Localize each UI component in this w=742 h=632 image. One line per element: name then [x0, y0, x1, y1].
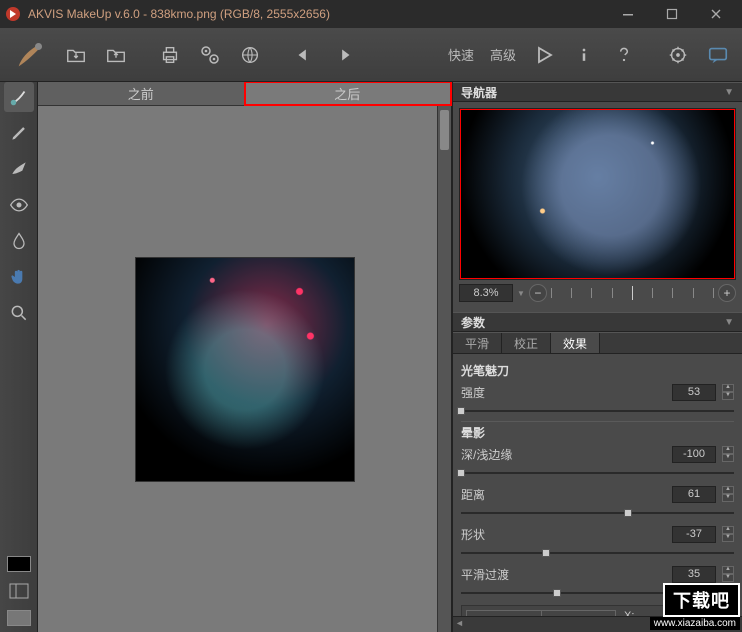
drop-tool-icon[interactable]: [4, 226, 34, 256]
app-logo-icon: [4, 5, 22, 23]
transition-spinner[interactable]: ▲▼: [722, 566, 734, 582]
title-bar: AKVIS MakeUp v.6.0 - 838kmo.png (RGB/8, …: [0, 0, 742, 28]
params-title: 参数: [461, 314, 485, 331]
group-glamour: 光笔魅刀: [461, 360, 734, 381]
transition-value[interactable]: 35: [672, 566, 716, 583]
hand-tool-icon[interactable]: [4, 262, 34, 292]
shape-slider[interactable]: [461, 547, 734, 559]
layout-toggle-icon[interactable]: [4, 576, 34, 606]
navigator-thumbnail[interactable]: [459, 108, 736, 280]
edge-value[interactable]: -100: [672, 446, 716, 463]
pencil-tool-icon[interactable]: [4, 118, 34, 148]
subtab-smooth[interactable]: 平滑: [453, 333, 502, 353]
distance-label: 距离: [461, 486, 541, 503]
close-button[interactable]: [694, 0, 738, 28]
center-xy-control: X: 0.41▲▼: [461, 605, 734, 616]
canvas-viewport[interactable]: [38, 106, 451, 632]
help-button[interactable]: [608, 37, 640, 73]
zoom-in-button[interactable]: +: [718, 284, 736, 302]
zoom-controls: 8.3% ▼ − +: [459, 280, 736, 306]
collapse-icon: ▼: [724, 317, 734, 328]
shape-label: 形状: [461, 526, 541, 543]
mode-advanced-button[interactable]: 高级: [486, 45, 520, 64]
distance-spinner[interactable]: ▲▼: [722, 486, 734, 502]
window-title: AKVIS MakeUp v.6.0 - 838kmo.png (RGB/8, …: [28, 7, 606, 21]
right-panel: 导航器 ▼ 8.3% ▼ − + 参数 ▼ 平滑 校正 效果: [452, 82, 742, 632]
params-subtabs: 平滑 校正 效果: [453, 332, 742, 354]
zoom-tool-icon[interactable]: [4, 298, 34, 328]
distance-slider[interactable]: [461, 507, 734, 519]
foreground-swatch[interactable]: [7, 556, 31, 572]
info-button[interactable]: [568, 37, 600, 73]
canvas-image: [135, 257, 355, 482]
strength-value[interactable]: 53: [672, 384, 716, 401]
tab-after[interactable]: 之后: [245, 82, 452, 105]
edge-slider[interactable]: [461, 467, 734, 479]
brush-stroke-tool-icon[interactable]: [4, 154, 34, 184]
eye-tool-icon[interactable]: [4, 190, 34, 220]
left-toolbox: [0, 82, 38, 632]
web-button[interactable]: [234, 37, 266, 73]
save-file-button[interactable]: [100, 37, 132, 73]
run-button[interactable]: [528, 37, 560, 73]
navigator-header[interactable]: 导航器 ▼: [453, 82, 742, 102]
zoom-slider[interactable]: [551, 285, 714, 301]
collapse-icon: ▼: [724, 87, 734, 98]
panel-horizontal-scrollbar[interactable]: [453, 616, 742, 632]
mode-quick-button[interactable]: 快速: [444, 45, 478, 64]
strength-label: 强度: [461, 384, 541, 401]
strength-slider[interactable]: [461, 405, 734, 417]
zoom-dropdown-icon[interactable]: ▼: [517, 289, 525, 298]
zoom-out-button[interactable]: −: [529, 284, 547, 302]
shape-spinner[interactable]: ▲▼: [722, 526, 734, 542]
edge-spinner[interactable]: ▲▼: [722, 446, 734, 462]
distance-value[interactable]: 61: [672, 486, 716, 503]
minimize-button[interactable]: [606, 0, 650, 28]
preferences-button[interactable]: [662, 37, 694, 73]
params-header[interactable]: 参数 ▼: [453, 312, 742, 332]
subtab-correct[interactable]: 校正: [502, 333, 551, 353]
subtab-effect[interactable]: 效果: [551, 333, 600, 353]
shape-value[interactable]: -37: [672, 526, 716, 543]
navigator-title: 导航器: [461, 84, 497, 101]
redo-button[interactable]: [328, 37, 360, 73]
open-file-button[interactable]: [60, 37, 92, 73]
settings-gears-button[interactable]: [194, 37, 226, 73]
print-button[interactable]: [154, 37, 186, 73]
brush-tool-icon[interactable]: [8, 33, 52, 77]
background-swatch[interactable]: [7, 610, 31, 626]
smudge-tool-icon[interactable]: [4, 82, 34, 112]
strength-spinner[interactable]: ▲▼: [722, 384, 734, 400]
params-body: 光笔魅刀 强度 53 ▲▼ 晕影 深/浅边缘 -100 ▲▼ 距离: [453, 354, 742, 616]
edge-label: 深/浅边缘: [461, 446, 541, 463]
transition-slider[interactable]: [461, 587, 734, 599]
transition-label: 平滑过渡: [461, 566, 541, 583]
canvas-area: 之前 之后: [38, 82, 452, 632]
group-vignette: 晕影: [461, 421, 734, 443]
chat-button[interactable]: [702, 37, 734, 73]
zoom-value[interactable]: 8.3%: [459, 284, 513, 302]
undo-button[interactable]: [288, 37, 320, 73]
main-toolbar: 快速 高级: [0, 28, 742, 82]
navigator-panel: 8.3% ▼ − +: [453, 102, 742, 312]
vertical-scrollbar[interactable]: [437, 106, 451, 632]
canvas-tabs: 之前 之后: [38, 82, 451, 106]
tab-before[interactable]: 之前: [38, 82, 245, 105]
maximize-button[interactable]: [650, 0, 694, 28]
